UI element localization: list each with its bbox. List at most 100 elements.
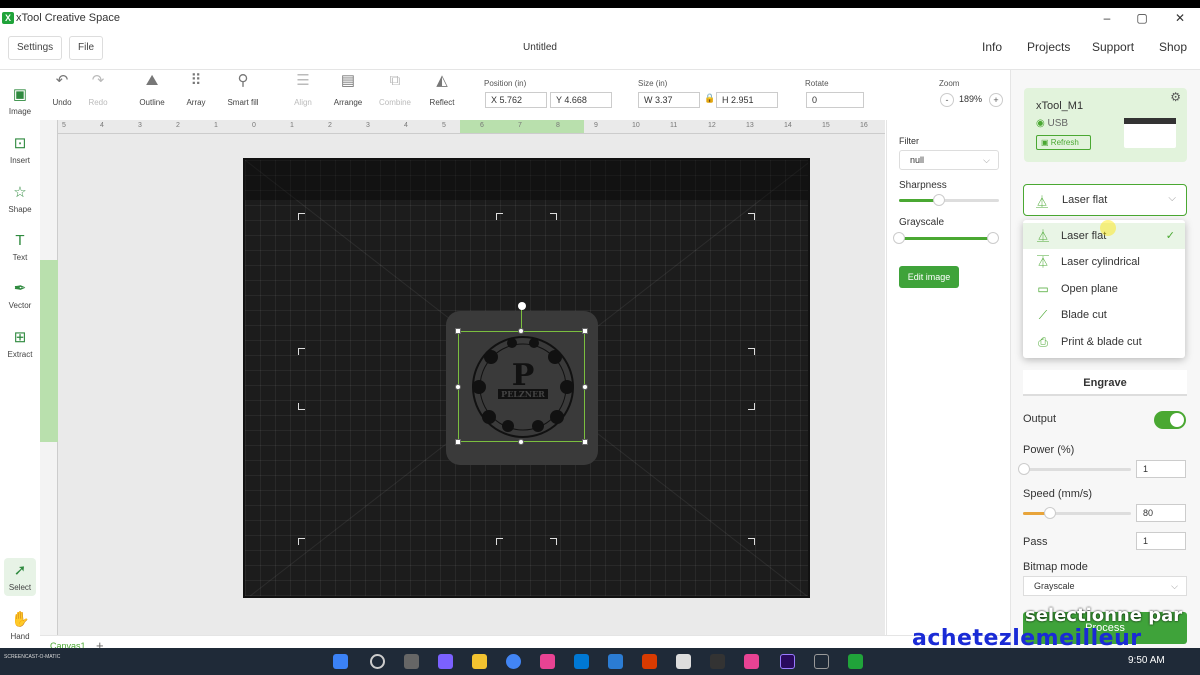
resize-handle[interactable] xyxy=(455,439,461,445)
resize-handle[interactable] xyxy=(518,328,524,334)
redo-button[interactable]: ↷ Redo xyxy=(73,70,123,107)
pass-field[interactable]: 1 xyxy=(1136,532,1186,550)
array-button[interactable]: ⠿ Array xyxy=(171,70,221,107)
close-icon[interactable]: ✕ xyxy=(1170,11,1190,25)
ruler-tick-label: 5 xyxy=(62,122,66,129)
ruler-tick-label: 3 xyxy=(366,122,370,129)
open-plane-icon: ▭ xyxy=(1037,282,1049,296)
photos-icon[interactable] xyxy=(540,654,555,669)
hand-tool[interactable]: ✋ Hand xyxy=(0,611,40,641)
office-icon[interactable] xyxy=(642,654,657,669)
corner-marker xyxy=(550,538,557,545)
position-x-field[interactable]: X 5.762 xyxy=(485,92,547,108)
menu-item-laser-cylindrical[interactable]: ⏄ Laser cylindrical xyxy=(1023,249,1185,275)
minimize-icon[interactable]: – xyxy=(1097,11,1117,25)
power-slider[interactable] xyxy=(1018,463,1131,475)
insert-tool[interactable]: ⊡ Insert xyxy=(0,135,40,165)
maximize-icon[interactable]: ▢ xyxy=(1132,11,1152,25)
app-icon[interactable] xyxy=(710,654,725,669)
app-icon[interactable] xyxy=(676,654,691,669)
pen-icon: ✒ xyxy=(13,280,27,297)
menu-item-print-blade-cut[interactable]: ⎙ Print & blade cut xyxy=(1023,329,1185,355)
task-view-icon[interactable] xyxy=(404,654,419,669)
edit-image-button[interactable]: Edit image xyxy=(899,266,959,288)
rotate-field[interactable]: 0 xyxy=(806,92,864,108)
size-height-field[interactable]: H 2.951 xyxy=(716,92,778,108)
sharpness-knob[interactable] xyxy=(933,194,945,206)
grayscale-max-knob[interactable] xyxy=(987,232,999,244)
nav-support[interactable]: Support xyxy=(1092,40,1134,54)
usb-icon: ◉ xyxy=(1036,118,1045,129)
lock-ratio-icon[interactable]: 🔒 xyxy=(704,93,715,104)
grayscale-range-slider[interactable] xyxy=(893,232,999,244)
refresh-label: Refresh xyxy=(1050,138,1079,147)
filter-select[interactable]: null ⌵ xyxy=(899,150,999,170)
nav-info[interactable]: Info xyxy=(982,40,1002,54)
ruler-tick-label: 4 xyxy=(100,122,104,129)
corner-marker xyxy=(298,538,305,545)
resize-handle[interactable] xyxy=(455,384,461,390)
resize-handle[interactable] xyxy=(518,439,524,445)
reflect-button[interactable]: ◭ Reflect xyxy=(417,70,467,107)
engrave-tab[interactable]: Engrave xyxy=(1023,370,1187,396)
cursor-highlight xyxy=(1100,220,1116,236)
menu-item-label: Open plane xyxy=(1061,283,1118,295)
image-tool[interactable]: ▣ Image xyxy=(0,86,40,116)
align-button[interactable]: ☰ Align xyxy=(278,70,328,107)
folder-icon[interactable] xyxy=(472,654,487,669)
speed-knob[interactable] xyxy=(1044,507,1056,519)
arrange-button[interactable]: ▤ Arrange xyxy=(323,70,373,107)
ruler-tick-label: 6 xyxy=(480,122,484,129)
vector-tool[interactable]: ✒ Vector xyxy=(0,280,40,310)
rotate-handle[interactable] xyxy=(518,302,526,310)
outline-button[interactable]: ⛰ Outline xyxy=(127,70,177,107)
mode-select[interactable]: ⏅ Laser flat ⌵ xyxy=(1023,184,1187,216)
select-tool[interactable]: ➚ Select xyxy=(4,558,36,596)
resize-handle[interactable] xyxy=(582,439,588,445)
app-icon[interactable] xyxy=(814,654,829,669)
premiere-icon[interactable] xyxy=(780,654,795,669)
corner-marker xyxy=(298,213,305,220)
resize-handle[interactable] xyxy=(582,328,588,334)
start-icon[interactable] xyxy=(333,654,348,669)
search-icon[interactable] xyxy=(370,654,385,669)
smart-fill-button[interactable]: ⚲ Smart fill xyxy=(218,70,268,107)
sharpness-slider[interactable] xyxy=(899,194,999,206)
zoom-in-button[interactable]: + xyxy=(989,93,1003,107)
resize-handle[interactable] xyxy=(455,328,461,334)
nav-projects[interactable]: Projects xyxy=(1027,40,1070,54)
grayscale-fill xyxy=(899,237,993,240)
menu-item-label: Laser flat xyxy=(1061,230,1107,242)
text-tool[interactable]: T Text xyxy=(0,232,40,262)
extract-tool[interactable]: ⊞ Extract xyxy=(0,329,40,359)
chrome-icon[interactable] xyxy=(506,654,521,669)
menu-item-blade-cut[interactable]: ⟋ Blade cut xyxy=(1023,302,1185,328)
menu-item-open-plane[interactable]: ▭ Open plane xyxy=(1023,276,1185,302)
speed-slider[interactable] xyxy=(1023,507,1131,519)
power-field[interactable]: 1 xyxy=(1136,460,1186,478)
position-y-field[interactable]: Y 4.668 xyxy=(550,92,612,108)
shape-tool[interactable]: ☆ Shape xyxy=(0,184,40,214)
bitmap-mode-value: Grayscale xyxy=(1034,581,1075,591)
combine-button[interactable]: ⧉ Combine xyxy=(370,70,420,107)
app-logo-icon: X xyxy=(2,12,14,24)
speed-field[interactable]: 80 xyxy=(1136,504,1186,522)
grayscale-min-knob[interactable] xyxy=(893,232,905,244)
chat-icon[interactable] xyxy=(438,654,453,669)
mail-icon[interactable] xyxy=(574,654,589,669)
resize-handle[interactable] xyxy=(582,384,588,390)
power-knob[interactable] xyxy=(1018,463,1030,475)
gear-icon[interactable]: ⚙ xyxy=(1170,90,1181,104)
corner-marker xyxy=(748,403,755,410)
word-icon[interactable] xyxy=(608,654,623,669)
zoom-out-button[interactable]: - xyxy=(940,93,954,107)
size-width-field[interactable]: W 3.37 xyxy=(638,92,700,108)
xtool-taskbar-icon[interactable] xyxy=(848,654,863,669)
nav-shop[interactable]: Shop xyxy=(1159,40,1187,54)
ruler-tick-label: 0 xyxy=(252,122,256,129)
output-toggle[interactable] xyxy=(1154,411,1186,429)
ruler-tick-label: 10 xyxy=(632,122,640,129)
app-icon[interactable] xyxy=(744,654,759,669)
refresh-button[interactable]: ▣ Refresh xyxy=(1036,135,1091,150)
bitmap-mode-select[interactable]: Grayscale ⌵ xyxy=(1023,576,1187,596)
